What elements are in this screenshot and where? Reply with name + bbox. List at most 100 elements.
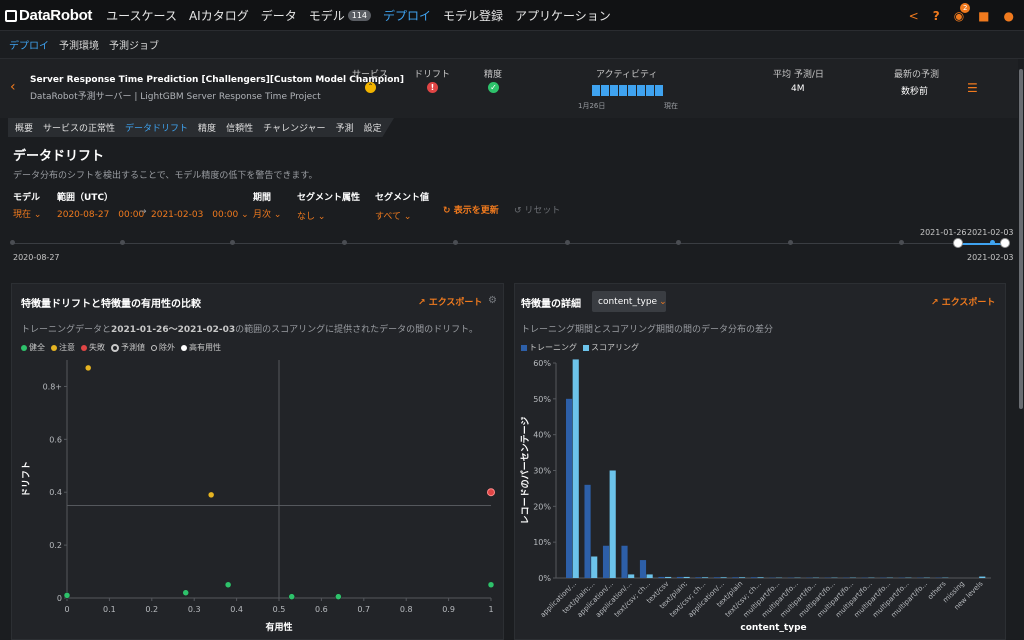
subnav-prediction-jobs[interactable]: 予測ジョブ	[104, 37, 164, 52]
bar-scoring[interactable]	[646, 574, 653, 578]
nav-use-cases[interactable]: ユースケース	[100, 0, 183, 31]
bar-scoring[interactable]	[609, 470, 616, 579]
tab-service-health[interactable]: サービスの正常性	[38, 121, 120, 134]
legend-prediction[interactable]: 予測値	[111, 342, 145, 353]
range-end-dropdown[interactable]: 2021-02-03 00:00 ⌄	[151, 207, 249, 220]
scatter-point-warning[interactable]	[207, 491, 215, 499]
legend-training[interactable]: トレーニング	[521, 342, 577, 353]
tab-challengers[interactable]: チャレンジャー	[258, 121, 330, 134]
bar-training[interactable]	[584, 484, 591, 578]
reset-button[interactable]: ↺ リセット	[514, 203, 560, 216]
nav-applications[interactable]: アプリケーション	[509, 0, 617, 31]
timeline-start-handle[interactable]	[953, 238, 963, 248]
legend-healthy[interactable]: 健全	[21, 342, 45, 353]
page-scrollbar[interactable]	[1018, 59, 1024, 640]
left-export-button[interactable]: ↗ エクスポート	[418, 295, 482, 308]
service-warning-icon[interactable]: ˆ	[365, 82, 376, 93]
deployment-subtitle: DataRobot予測サーバー | LightGBM Server Respon…	[30, 92, 321, 102]
bar-scoring[interactable]	[683, 576, 690, 578]
legend-warning[interactable]: 注意	[51, 342, 75, 353]
nav-models[interactable]: モデル 114	[303, 0, 377, 31]
scatter-point-warning[interactable]	[84, 364, 92, 372]
bar-training[interactable]	[713, 577, 720, 578]
folder-icon[interactable]: ■	[978, 9, 989, 23]
nav-ai-catalog[interactable]: AIカタログ	[183, 0, 255, 31]
bell-icon[interactable]: ◉ 2	[954, 2, 971, 23]
timeline-end-handle[interactable]	[1000, 238, 1010, 248]
legend-excluded[interactable]: 除外	[151, 342, 175, 353]
feature-details-description: トレーニング期間とスコアリング期間の間のデータ分布の差分	[521, 325, 774, 335]
drift-failing-icon[interactable]: !	[427, 82, 438, 93]
bar-scoring[interactable]	[757, 577, 764, 578]
feature-select-dropdown[interactable]: content_type ⌄	[592, 291, 667, 312]
hamburger-menu-icon[interactable]: ☰	[967, 81, 978, 95]
scatter-point-healthy[interactable]	[224, 581, 232, 589]
bar-scoring[interactable]	[572, 359, 579, 578]
tab-overview[interactable]: 概要	[10, 121, 38, 134]
legend-failing[interactable]: 失敗	[81, 342, 105, 353]
activity-sparkline[interactable]	[592, 85, 663, 96]
bar-scoring[interactable]	[738, 577, 746, 578]
legend-high-importance[interactable]: 高有用性	[181, 342, 221, 353]
tab-settings[interactable]: 設定	[359, 121, 387, 134]
bar-scoring[interactable]	[979, 576, 986, 578]
bar-training[interactable]	[621, 545, 628, 578]
segment-val-dropdown[interactable]: すべて ⌄	[375, 209, 411, 222]
tab-data-drift[interactable]: データドリフト	[120, 121, 193, 134]
period-dropdown[interactable]: 月次 ⌄	[253, 207, 281, 220]
bar-scoring[interactable]	[591, 556, 598, 579]
bar-training[interactable]	[602, 545, 610, 578]
bar-training[interactable]	[658, 576, 665, 578]
scatter-point-healthy[interactable]	[182, 589, 189, 596]
scrollbar-thumb[interactable]	[1019, 69, 1023, 409]
nav-data[interactable]: データ	[255, 0, 303, 31]
feature-distribution-bar-chart[interactable]: 0%10%20%30%40%50%60%application/...text/…	[514, 355, 1006, 640]
bar-training[interactable]	[639, 560, 647, 578]
back-arrow-icon[interactable]: ‹	[10, 79, 16, 95]
tab-predictions[interactable]: 予測	[331, 121, 359, 134]
bar-training[interactable]	[695, 577, 702, 578]
bar-training[interactable]	[566, 398, 573, 578]
user-icon[interactable]: ●	[1004, 9, 1014, 23]
segment-val-label: セグメント値	[375, 193, 430, 203]
timeline-track[interactable]	[12, 243, 1005, 244]
scatter-point-healthy[interactable]	[63, 592, 71, 599]
scatter-point-healthy[interactable]	[288, 593, 295, 600]
nav-deployments[interactable]: デプロイ	[377, 0, 437, 31]
datarobot-logo[interactable]: DataRobot	[5, 7, 92, 24]
timeline-tick	[676, 240, 681, 245]
segment-attr-dropdown[interactable]: なし ⌄	[297, 209, 325, 222]
bar-training[interactable]	[676, 576, 684, 578]
drift-importance-scatter-chart[interactable]: 0 0.1 0.2 0.3 0.4 0.5 0.6 0.7 0.8 0.9 1 0 0.2 0.4 0.6 0…	[11, 355, 504, 640]
help-icon[interactable]: ?	[933, 9, 940, 23]
scatter-point-healthy[interactable]	[335, 593, 342, 600]
bar-scoring[interactable]	[720, 577, 727, 578]
tab-accuracy[interactable]: 精度	[193, 121, 221, 134]
scatter-point-failing[interactable]	[487, 488, 495, 497]
legend-scoring[interactable]: スコアリング	[583, 342, 639, 353]
subnav-prediction-environments[interactable]: 予測環境	[54, 37, 104, 52]
timeline-start-label: 2020-08-27	[13, 253, 60, 262]
tab-reliability[interactable]: 信頼性	[221, 121, 258, 134]
reset-icon: ↺	[514, 206, 522, 216]
bar-training[interactable]	[732, 577, 739, 578]
nav-model-registry[interactable]: モデル登録	[437, 0, 509, 31]
right-export-button[interactable]: ↗ エクスポート	[931, 295, 995, 308]
refresh-button[interactable]: ↻ 表示を更新	[443, 203, 499, 216]
bar-scoring[interactable]	[665, 576, 672, 578]
y-tick-label: 10%	[533, 538, 551, 547]
bar-scoring[interactable]	[628, 574, 635, 578]
bar-training[interactable]	[750, 577, 757, 578]
scatter-point-healthy[interactable]	[487, 581, 495, 589]
timeline-tick	[342, 240, 347, 245]
model-dropdown[interactable]: 現在 ⌄	[13, 207, 41, 220]
bar-scoring[interactable]	[702, 577, 709, 578]
subnav-deployments[interactable]: デプロイ	[4, 37, 54, 52]
models-count-badge: 114	[347, 9, 372, 21]
range-start-dropdown[interactable]: 2020-08-27 00:00	[57, 207, 144, 220]
accuracy-ok-icon[interactable]: ✓	[488, 82, 499, 93]
gear-icon[interactable]: ⚙	[488, 295, 497, 306]
share-icon[interactable]: <	[909, 9, 919, 23]
range-control-label: 範囲（UTC）	[57, 193, 114, 203]
segment-attr-value: なし	[297, 212, 316, 222]
